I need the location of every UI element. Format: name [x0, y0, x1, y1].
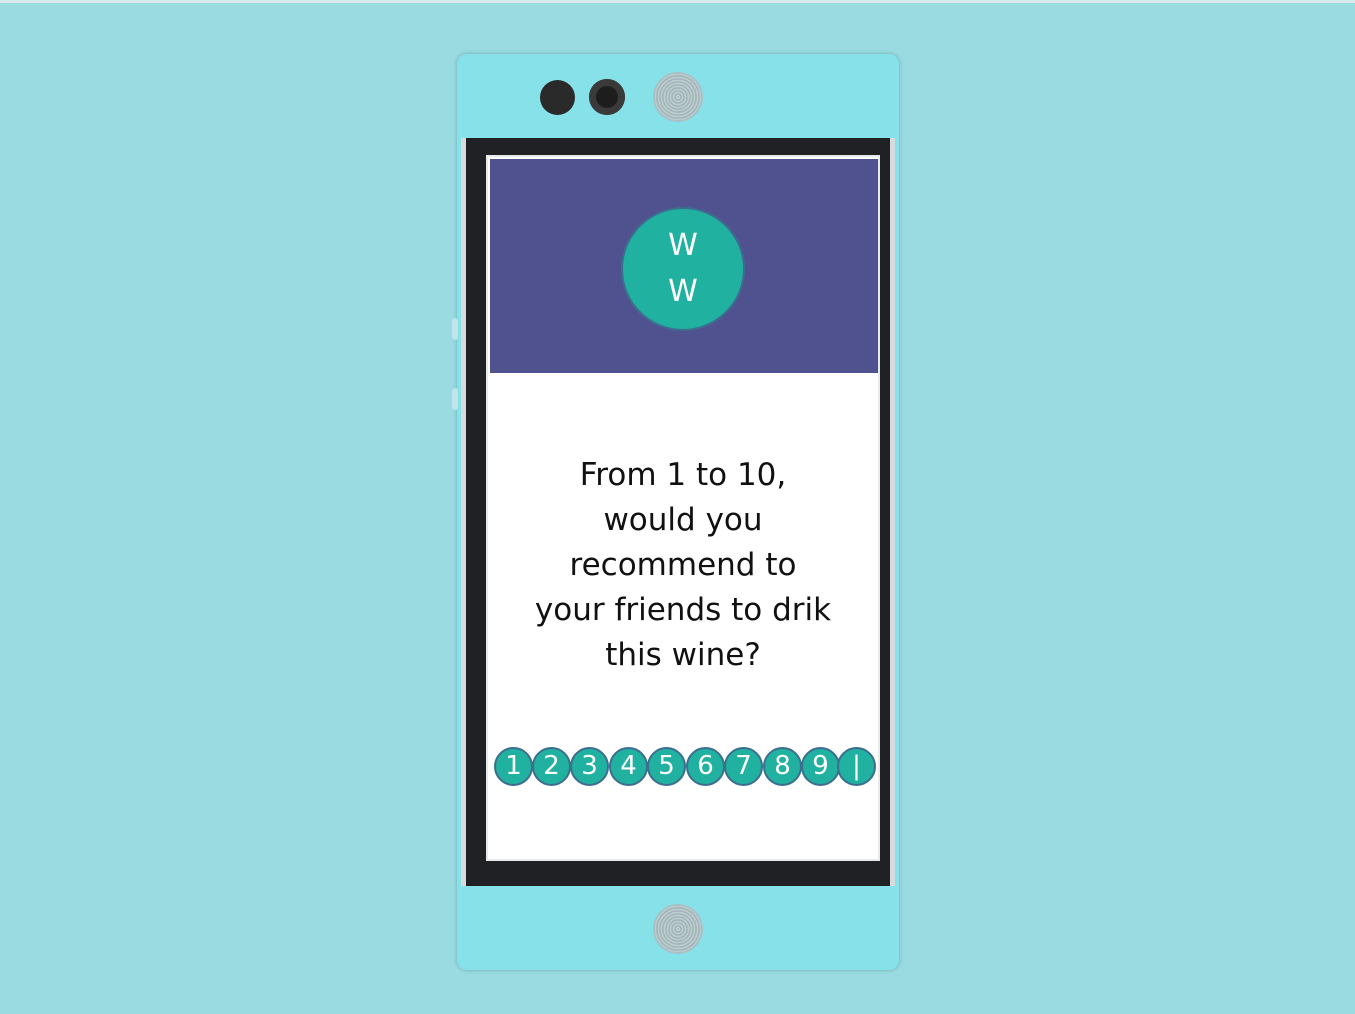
- app-logo: W W: [621, 207, 745, 331]
- power-button: [452, 388, 458, 410]
- rating-button-1[interactable]: 1: [494, 747, 533, 786]
- question-line: this wine?: [605, 637, 761, 673]
- home-fingerprint-icon[interactable]: [653, 904, 703, 954]
- rating-button-8[interactable]: 8: [763, 747, 802, 786]
- rating-button-3[interactable]: 3: [570, 747, 609, 786]
- camera-icon: [540, 80, 575, 115]
- camera-lens-icon: [589, 79, 625, 115]
- app-header: W W: [490, 159, 878, 373]
- rating-button-10[interactable]: |: [837, 747, 876, 786]
- phone-device: W W From 1 to 10, would you recommend to…: [452, 54, 899, 970]
- question-line: would you: [603, 502, 763, 538]
- rating-button-7[interactable]: 7: [724, 747, 763, 786]
- survey-question: From 1 to 10, would you recommend to you…: [508, 453, 858, 678]
- logo-letter-top: W: [668, 228, 698, 263]
- logo-letter-bottom: W: [668, 274, 698, 309]
- question-line: From 1 to 10,: [579, 457, 787, 493]
- rating-button-5[interactable]: 5: [647, 747, 686, 786]
- question-line: recommend to: [569, 547, 797, 583]
- rating-button-2[interactable]: 2: [532, 747, 571, 786]
- rating-button-9[interactable]: 9: [801, 747, 840, 786]
- app-screen: W W From 1 to 10, would you recommend to…: [486, 155, 880, 861]
- top-edge-divider: [0, 0, 1355, 3]
- screen-bezel: W W From 1 to 10, would you recommend to…: [461, 138, 895, 886]
- fingerprint-icon: [653, 72, 703, 122]
- rating-button-4[interactable]: 4: [609, 747, 648, 786]
- question-line: your friends to drik: [534, 592, 832, 628]
- rating-scale: 1 2 3 4 5 6 7 8 9 |: [494, 747, 878, 787]
- screen-frame: W W From 1 to 10, would you recommend to…: [466, 138, 890, 886]
- volume-button: [452, 318, 458, 340]
- rating-button-6[interactable]: 6: [686, 747, 725, 786]
